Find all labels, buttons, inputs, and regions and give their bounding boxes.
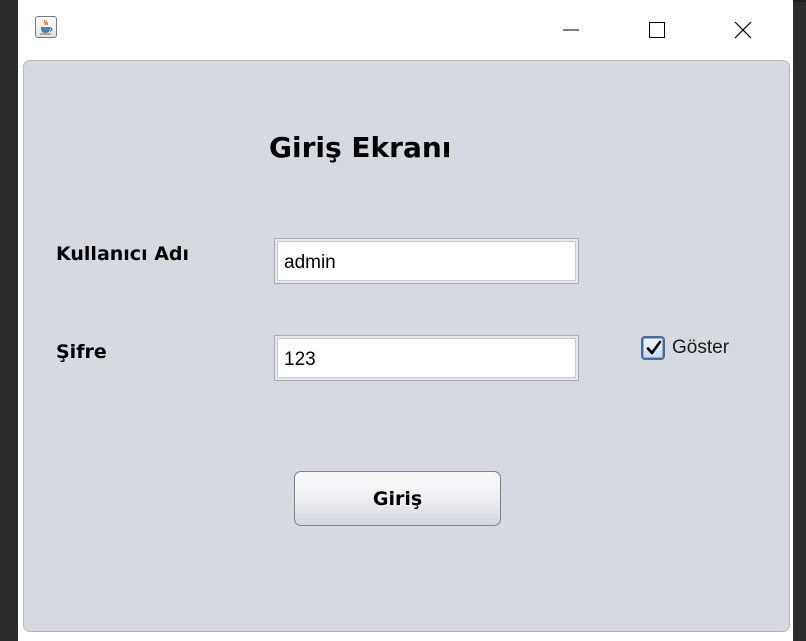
checkmark-icon: [646, 340, 662, 355]
close-icon: [734, 21, 752, 39]
password-input[interactable]: [277, 338, 576, 378]
java-cup-icon: [35, 16, 57, 38]
minimize-icon: [563, 29, 579, 31]
username-field-frame: [274, 238, 579, 284]
title-bar[interactable]: [18, 0, 793, 60]
show-password-label: Göster: [672, 337, 730, 358]
password-field-frame: [274, 335, 579, 381]
login-panel: Giriş Ekranı Kullanıcı Adı Şifre Göster …: [23, 60, 790, 632]
maximize-button[interactable]: [634, 0, 680, 60]
page-title: Giriş Ekranı: [269, 131, 452, 164]
show-password-checkbox[interactable]: [641, 336, 665, 360]
desktop-background: [0, 0, 18, 641]
login-button[interactable]: Giriş: [294, 471, 501, 526]
password-label: Şifre: [56, 341, 107, 363]
minimize-button[interactable]: [548, 0, 594, 60]
maximize-icon: [649, 22, 665, 38]
username-label: Kullanıcı Adı: [56, 243, 190, 265]
close-button[interactable]: [720, 0, 766, 60]
login-window: Giriş Ekranı Kullanıcı Adı Şifre Göster …: [18, 0, 793, 641]
username-input[interactable]: [277, 241, 576, 281]
